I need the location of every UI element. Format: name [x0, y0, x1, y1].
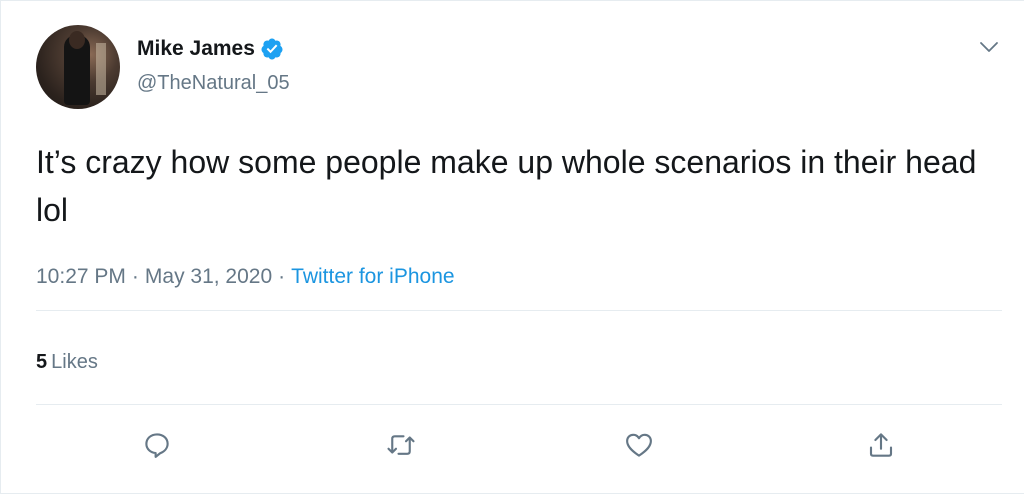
- chevron-down-icon[interactable]: [977, 35, 1001, 59]
- share-icon: [869, 433, 893, 457]
- meta-separator: ·: [278, 265, 286, 288]
- tweet-text: It’s crazy how some people make up whole…: [36, 144, 977, 228]
- tweet-source-link[interactable]: Twitter for iPhone: [291, 265, 454, 288]
- avatar-head: [69, 31, 85, 49]
- likes-stat[interactable]: 5 Likes: [36, 348, 98, 376]
- reply-icon: [145, 433, 169, 458]
- likes-count: 5: [36, 351, 48, 373]
- verified-badge-icon: [261, 38, 283, 60]
- avatar[interactable]: [36, 25, 120, 109]
- divider: [36, 310, 1002, 311]
- tweet-date[interactable]: May 31, 2020: [145, 265, 272, 288]
- tweet-meta: 10:27 PM · May 31, 2020 · Twitter for iPhone: [36, 263, 455, 291]
- user-handle[interactable]: @TheNatural_05: [137, 70, 290, 96]
- retweet-icon: [387, 435, 415, 455]
- share-button[interactable]: [863, 427, 899, 463]
- divider: [36, 404, 1002, 405]
- name-row: Mike James: [137, 36, 284, 62]
- retweet-button[interactable]: [383, 427, 419, 463]
- likes-label: Likes: [51, 351, 98, 373]
- reply-button[interactable]: [139, 427, 175, 463]
- tweet-card: Mike James @TheNatural_05 It’s crazy how…: [0, 0, 1024, 494]
- avatar-background: [96, 43, 106, 95]
- like-button[interactable]: [621, 427, 657, 463]
- heart-icon: [626, 433, 652, 457]
- display-name[interactable]: Mike James: [137, 36, 255, 62]
- meta-separator: ·: [131, 265, 139, 288]
- tweet-time[interactable]: 10:27 PM: [36, 265, 126, 288]
